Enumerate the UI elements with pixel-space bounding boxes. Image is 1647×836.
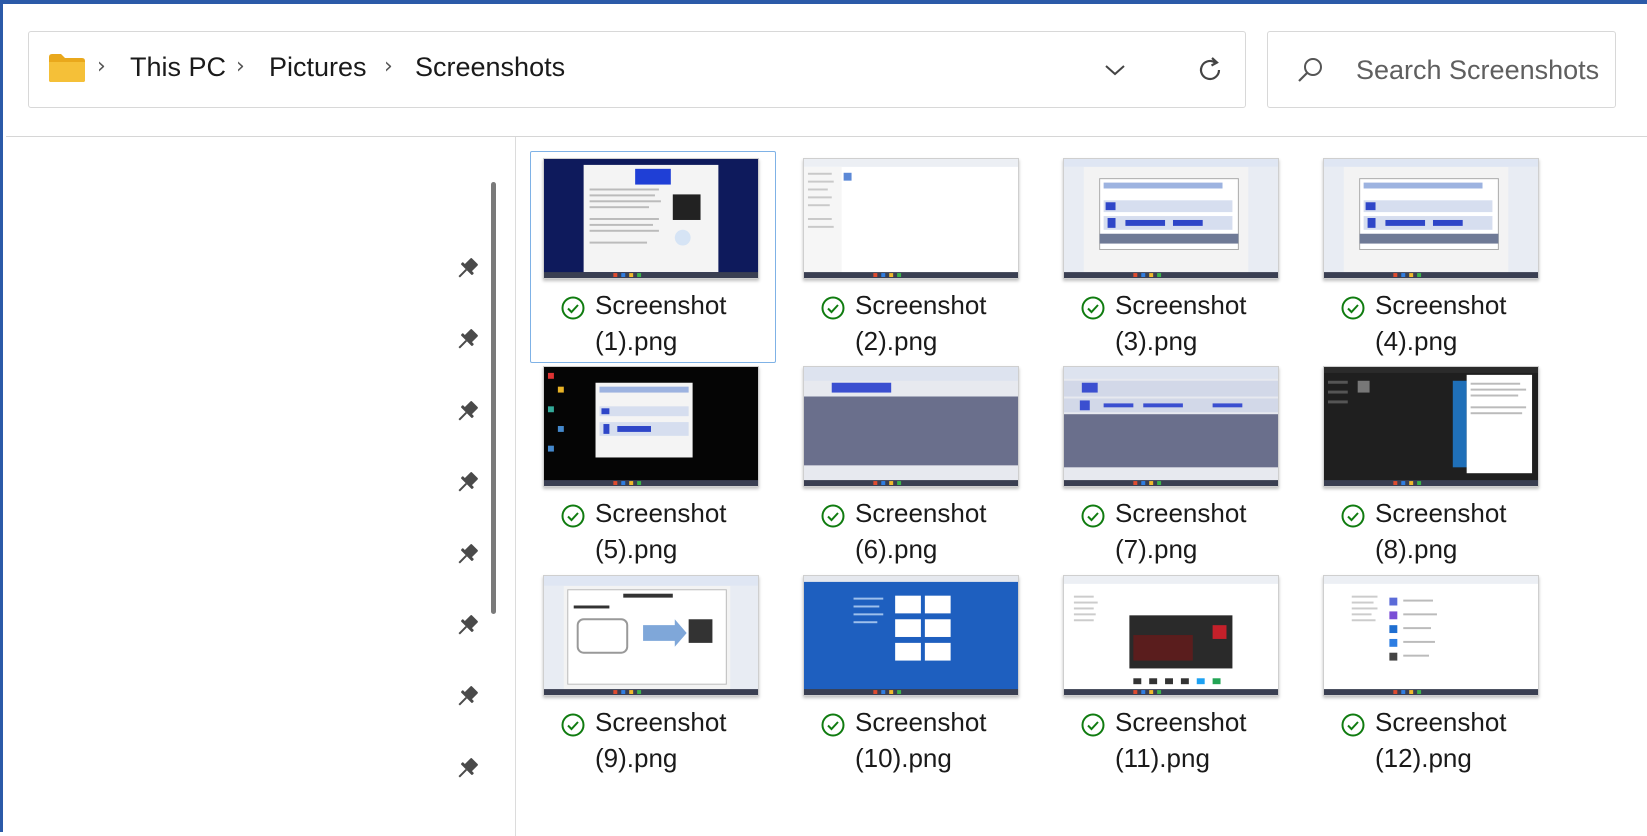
file-item[interactable]: Screenshot (3).png	[1050, 151, 1296, 363]
check-circle-icon	[560, 295, 586, 321]
pane-divider[interactable]	[515, 137, 516, 836]
refresh-button[interactable]	[1192, 52, 1228, 88]
check-circle-icon	[820, 712, 846, 738]
file-name-line2: (7).png	[1115, 534, 1198, 564]
navigation-pane	[6, 137, 486, 836]
file-name-line1: Screenshot	[855, 707, 987, 737]
breadcrumb-separator[interactable]: ›	[384, 54, 393, 79]
file-name-line1: Screenshot	[855, 290, 987, 320]
check-circle-icon	[560, 503, 586, 529]
file-name-line2: (1).png	[595, 326, 678, 356]
file-name-line1: Screenshot	[1375, 290, 1507, 320]
file-name-line1: Screenshot	[595, 290, 727, 320]
check-circle-icon	[820, 295, 846, 321]
file-name-line2: (10).png	[855, 743, 952, 773]
file-item[interactable]: Screenshot (4).png	[1310, 151, 1556, 363]
pin-icon[interactable]	[452, 397, 482, 427]
check-circle-icon	[1080, 295, 1106, 321]
file-name-line1: Screenshot	[1375, 707, 1507, 737]
file-item[interactable]: Screenshot (12).png	[1310, 568, 1556, 780]
pin-icon[interactable]	[452, 540, 482, 570]
file-thumbnail[interactable]	[1323, 158, 1539, 279]
check-circle-icon	[1080, 712, 1106, 738]
file-thumbnail[interactable]	[543, 366, 759, 487]
file-item[interactable]: Screenshot (6).png	[790, 359, 1036, 571]
pin-icon[interactable]	[452, 682, 482, 712]
breadcrumb-this-pc[interactable]: This PC	[130, 52, 226, 83]
address-bar[interactable]: › This PC › Pictures › Screenshots	[28, 31, 1246, 108]
breadcrumb-pictures[interactable]: Pictures	[269, 52, 367, 83]
chevron-down-icon	[1105, 65, 1125, 76]
check-circle-icon	[1080, 503, 1106, 529]
file-name-line2: (2).png	[855, 326, 938, 356]
file-name-line1: Screenshot	[595, 707, 727, 737]
file-thumbnail[interactable]	[1063, 366, 1279, 487]
refresh-icon	[1199, 57, 1221, 81]
folder-icon	[48, 53, 86, 83]
check-circle-icon	[1340, 712, 1366, 738]
file-thumbnail[interactable]	[1063, 158, 1279, 279]
file-thumbnail[interactable]	[543, 575, 759, 696]
pin-icon[interactable]	[452, 611, 482, 641]
file-name-line2: (11).png	[1115, 743, 1210, 773]
file-thumbnail[interactable]	[1323, 575, 1539, 696]
file-name-line2: (3).png	[1115, 326, 1198, 356]
file-thumbnail[interactable]	[803, 158, 1019, 279]
check-circle-icon	[1340, 295, 1366, 321]
file-name-line2: (5).png	[595, 534, 678, 564]
search-box[interactable]	[1267, 31, 1616, 108]
breadcrumb-separator[interactable]: ›	[236, 54, 245, 79]
file-name-line1: Screenshot	[855, 498, 987, 528]
file-item[interactable]: Screenshot (9).png	[530, 568, 776, 780]
file-name-line1: Screenshot	[1115, 290, 1247, 320]
file-name-line1: Screenshot	[1115, 498, 1247, 528]
navigation-pane-scrollbar[interactable]	[491, 182, 496, 614]
breadcrumb-screenshots[interactable]: Screenshots	[415, 52, 565, 83]
file-item[interactable]: Screenshot (10).png	[790, 568, 1036, 780]
check-circle-icon	[1340, 503, 1366, 529]
search-icon	[1294, 54, 1326, 86]
file-name-line1: Screenshot	[595, 498, 727, 528]
file-name-line2: (6).png	[855, 534, 938, 564]
file-thumbnail[interactable]	[803, 575, 1019, 696]
file-name-line2: (8).png	[1375, 534, 1458, 564]
file-thumbnail[interactable]	[1323, 366, 1539, 487]
file-item[interactable]: Screenshot (5).png	[530, 359, 776, 571]
file-item[interactable]: Screenshot (7).png	[1050, 359, 1296, 571]
pin-icon[interactable]	[452, 325, 482, 355]
address-history-dropdown-button[interactable]	[1097, 52, 1133, 88]
file-thumbnail[interactable]	[803, 366, 1019, 487]
file-grid: Screenshot (1).png Screenshot (2).png Screen…	[518, 137, 1647, 836]
breadcrumb-separator[interactable]: ›	[97, 54, 106, 79]
file-name-line1: Screenshot	[1115, 707, 1247, 737]
search-input[interactable]	[1356, 50, 1611, 90]
pin-icon[interactable]	[452, 254, 482, 284]
pin-icon[interactable]	[452, 468, 482, 498]
file-item[interactable]: Screenshot (11).png	[1050, 568, 1296, 780]
file-item[interactable]: Screenshot (8).png	[1310, 359, 1556, 571]
file-item[interactable]: Screenshot (1).png	[530, 151, 776, 363]
file-thumbnail[interactable]	[1063, 575, 1279, 696]
file-name-line1: Screenshot	[1375, 498, 1507, 528]
file-name-line2: (9).png	[595, 743, 678, 773]
check-circle-icon	[560, 712, 586, 738]
file-explorer-window: › This PC › Pictures › Screenshots Searc…	[0, 0, 1647, 836]
file-name-line2: (4).png	[1375, 326, 1458, 356]
check-circle-icon	[820, 503, 846, 529]
file-item[interactable]: Screenshot (2).png	[790, 151, 1036, 363]
file-name-line2: (12).png	[1375, 743, 1472, 773]
file-thumbnail[interactable]	[543, 158, 759, 279]
pin-icon[interactable]	[452, 754, 482, 784]
